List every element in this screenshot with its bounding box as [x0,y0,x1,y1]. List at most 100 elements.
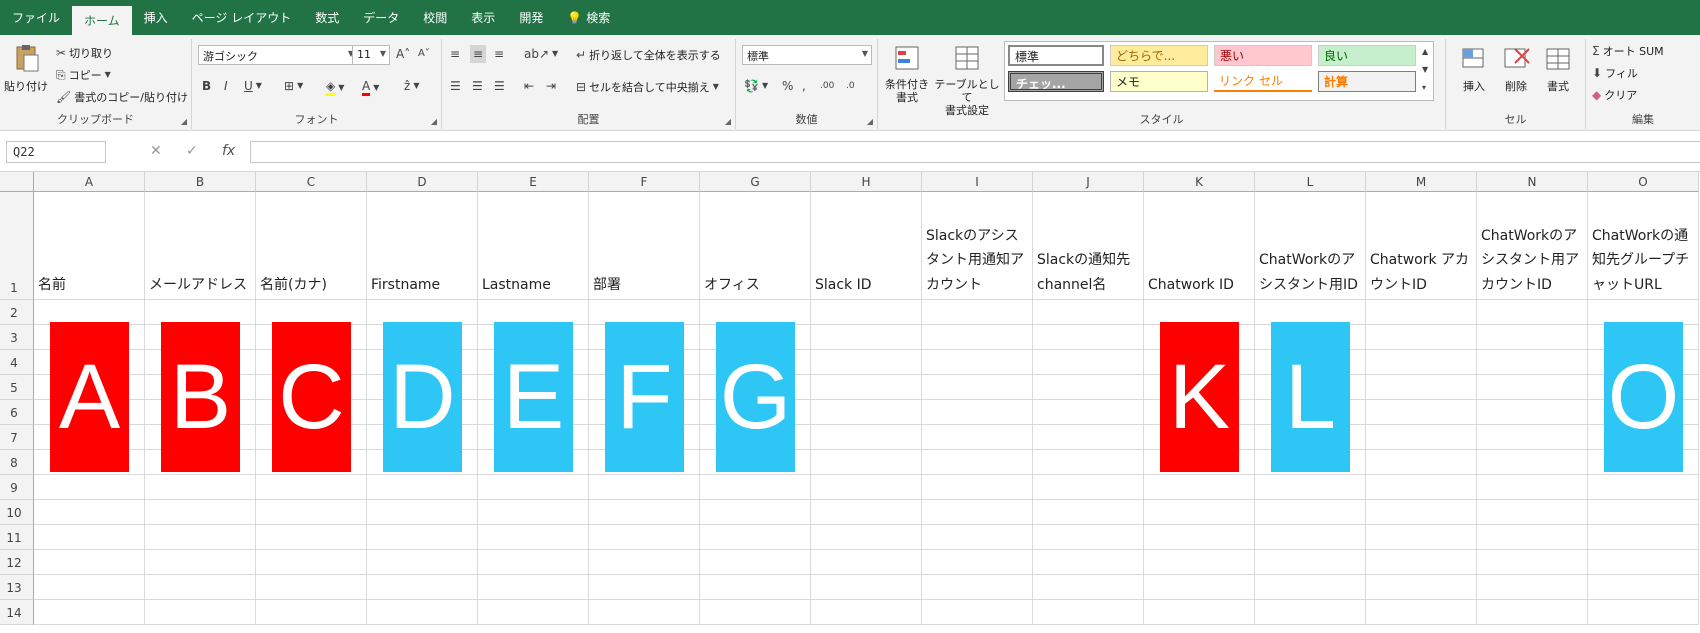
cell-j9[interactable] [1033,475,1144,500]
copy-button[interactable]: ⎘ コピー ▼ [56,67,111,83]
cell-i9[interactable] [922,475,1033,500]
cell-l11[interactable] [1255,525,1366,550]
cell-j4[interactable] [1033,350,1144,375]
cell-m7[interactable] [1366,425,1477,450]
cell-n8[interactable] [1477,450,1588,475]
cell-n11[interactable] [1477,525,1588,550]
column-header-a[interactable]: A [34,172,145,192]
style-good[interactable]: 良い [1318,45,1416,66]
autosum-button[interactable]: Σ オート SUM [1592,43,1664,59]
cell-f14[interactable] [589,600,700,625]
cell-c13[interactable] [256,575,367,600]
cell-n4[interactable] [1477,350,1588,375]
cell-a9[interactable] [34,475,145,500]
row-header-5[interactable]: 5 [0,375,34,400]
cell-i5[interactable] [922,375,1033,400]
cell-m6[interactable] [1366,400,1477,425]
cell-j11[interactable] [1033,525,1144,550]
currency-button[interactable]: 💱 ▼ [744,79,768,93]
decrease-decimal-button[interactable]: .0 [846,79,855,93]
cell-o12[interactable] [1588,550,1699,575]
cell-n14[interactable] [1477,600,1588,625]
cell-l14[interactable] [1255,600,1366,625]
cell-g10[interactable] [700,500,811,525]
row-header-7[interactable]: 7 [0,425,34,450]
cell-i10[interactable] [922,500,1033,525]
cell-o10[interactable] [1588,500,1699,525]
tab-review[interactable]: 校閲 [411,0,459,35]
cell-e10[interactable] [478,500,589,525]
style-calculation[interactable]: 計算 [1318,71,1416,92]
cell-b12[interactable] [145,550,256,575]
cell-i14[interactable] [922,600,1033,625]
conditional-format-button[interactable]: 条件付き 書式 [882,43,932,104]
cell-m2[interactable] [1366,300,1477,325]
cell-l12[interactable] [1255,550,1366,575]
enter-icon[interactable]: ✓ [186,143,198,159]
name-box[interactable]: Q22 [6,141,106,163]
cell-h11[interactable] [811,525,922,550]
fill-button[interactable]: ⬇ フィル [1592,65,1638,81]
cell-h3[interactable] [811,325,922,350]
cell-j14[interactable] [1033,600,1144,625]
column-header-d[interactable]: D [367,172,478,192]
cell-a10[interactable] [34,500,145,525]
cell-k14[interactable] [1144,600,1255,625]
column-header-o[interactable]: O [1588,172,1699,192]
merge-center-button[interactable]: ⊟ セルを結合して中央揃え ▼ [576,79,719,95]
cell-h4[interactable] [811,350,922,375]
cell-f12[interactable] [589,550,700,575]
cell-n3[interactable] [1477,325,1588,350]
cell-a12[interactable] [34,550,145,575]
cell-g9[interactable] [700,475,811,500]
align-left-button[interactable]: ☰ [450,79,461,93]
style-note[interactable]: メモ [1110,71,1208,92]
font-color-button[interactable]: A ▼ [362,79,379,96]
cell-b11[interactable] [145,525,256,550]
column-header-b[interactable]: B [145,172,256,192]
delete-cells-button[interactable]: 削除 [1498,43,1534,94]
cell-j3[interactable] [1033,325,1144,350]
tab-insert[interactable]: 挿入 [132,0,180,35]
cell-m11[interactable] [1366,525,1477,550]
font-name-select[interactable]: 游ゴシック ▼ [198,45,358,65]
column-header-c[interactable]: C [256,172,367,192]
cell-j7[interactable] [1033,425,1144,450]
tab-file[interactable]: ファイル [0,0,72,35]
cell-m13[interactable] [1366,575,1477,600]
cell-f11[interactable] [589,525,700,550]
dialog-launcher-icon[interactable]: ◢ [181,117,187,126]
cell-h7[interactable] [811,425,922,450]
comma-button[interactable]: , [802,79,806,93]
cell-m4[interactable] [1366,350,1477,375]
gallery-scroll-up[interactable]: ▲ [1422,45,1428,59]
cell-n7[interactable] [1477,425,1588,450]
cell-m12[interactable] [1366,550,1477,575]
row-header-10[interactable]: 10 [0,500,34,525]
clear-button[interactable]: ◆ クリア [1592,87,1637,103]
cell-j5[interactable] [1033,375,1144,400]
cell-j6[interactable] [1033,400,1144,425]
cell-g14[interactable] [700,600,811,625]
cell-h9[interactable] [811,475,922,500]
format-as-table-button[interactable]: テーブルとして 書式設定 [932,43,1002,117]
cell-f13[interactable] [589,575,700,600]
row-header-12[interactable]: 12 [0,550,34,575]
decrease-indent-button[interactable]: ⇤ [524,79,534,93]
cell-h5[interactable] [811,375,922,400]
style-normal[interactable]: 標準 [1008,45,1104,66]
cell-e9[interactable] [478,475,589,500]
column-header-f[interactable]: F [589,172,700,192]
cell-c10[interactable] [256,500,367,525]
cell-e12[interactable] [478,550,589,575]
cell-b10[interactable] [145,500,256,525]
cell-k13[interactable] [1144,575,1255,600]
shrink-font-button[interactable]: A˅ [418,47,430,61]
cell-o9[interactable] [1588,475,1699,500]
tab-home[interactable]: ホーム [72,6,132,35]
tab-data[interactable]: データ [351,0,411,35]
cell-h10[interactable] [811,500,922,525]
tab-page-layout[interactable]: ページ レイアウト [180,0,304,35]
align-bottom-button[interactable]: ≡ [494,47,504,61]
align-center-button[interactable]: ☰ [472,79,483,93]
